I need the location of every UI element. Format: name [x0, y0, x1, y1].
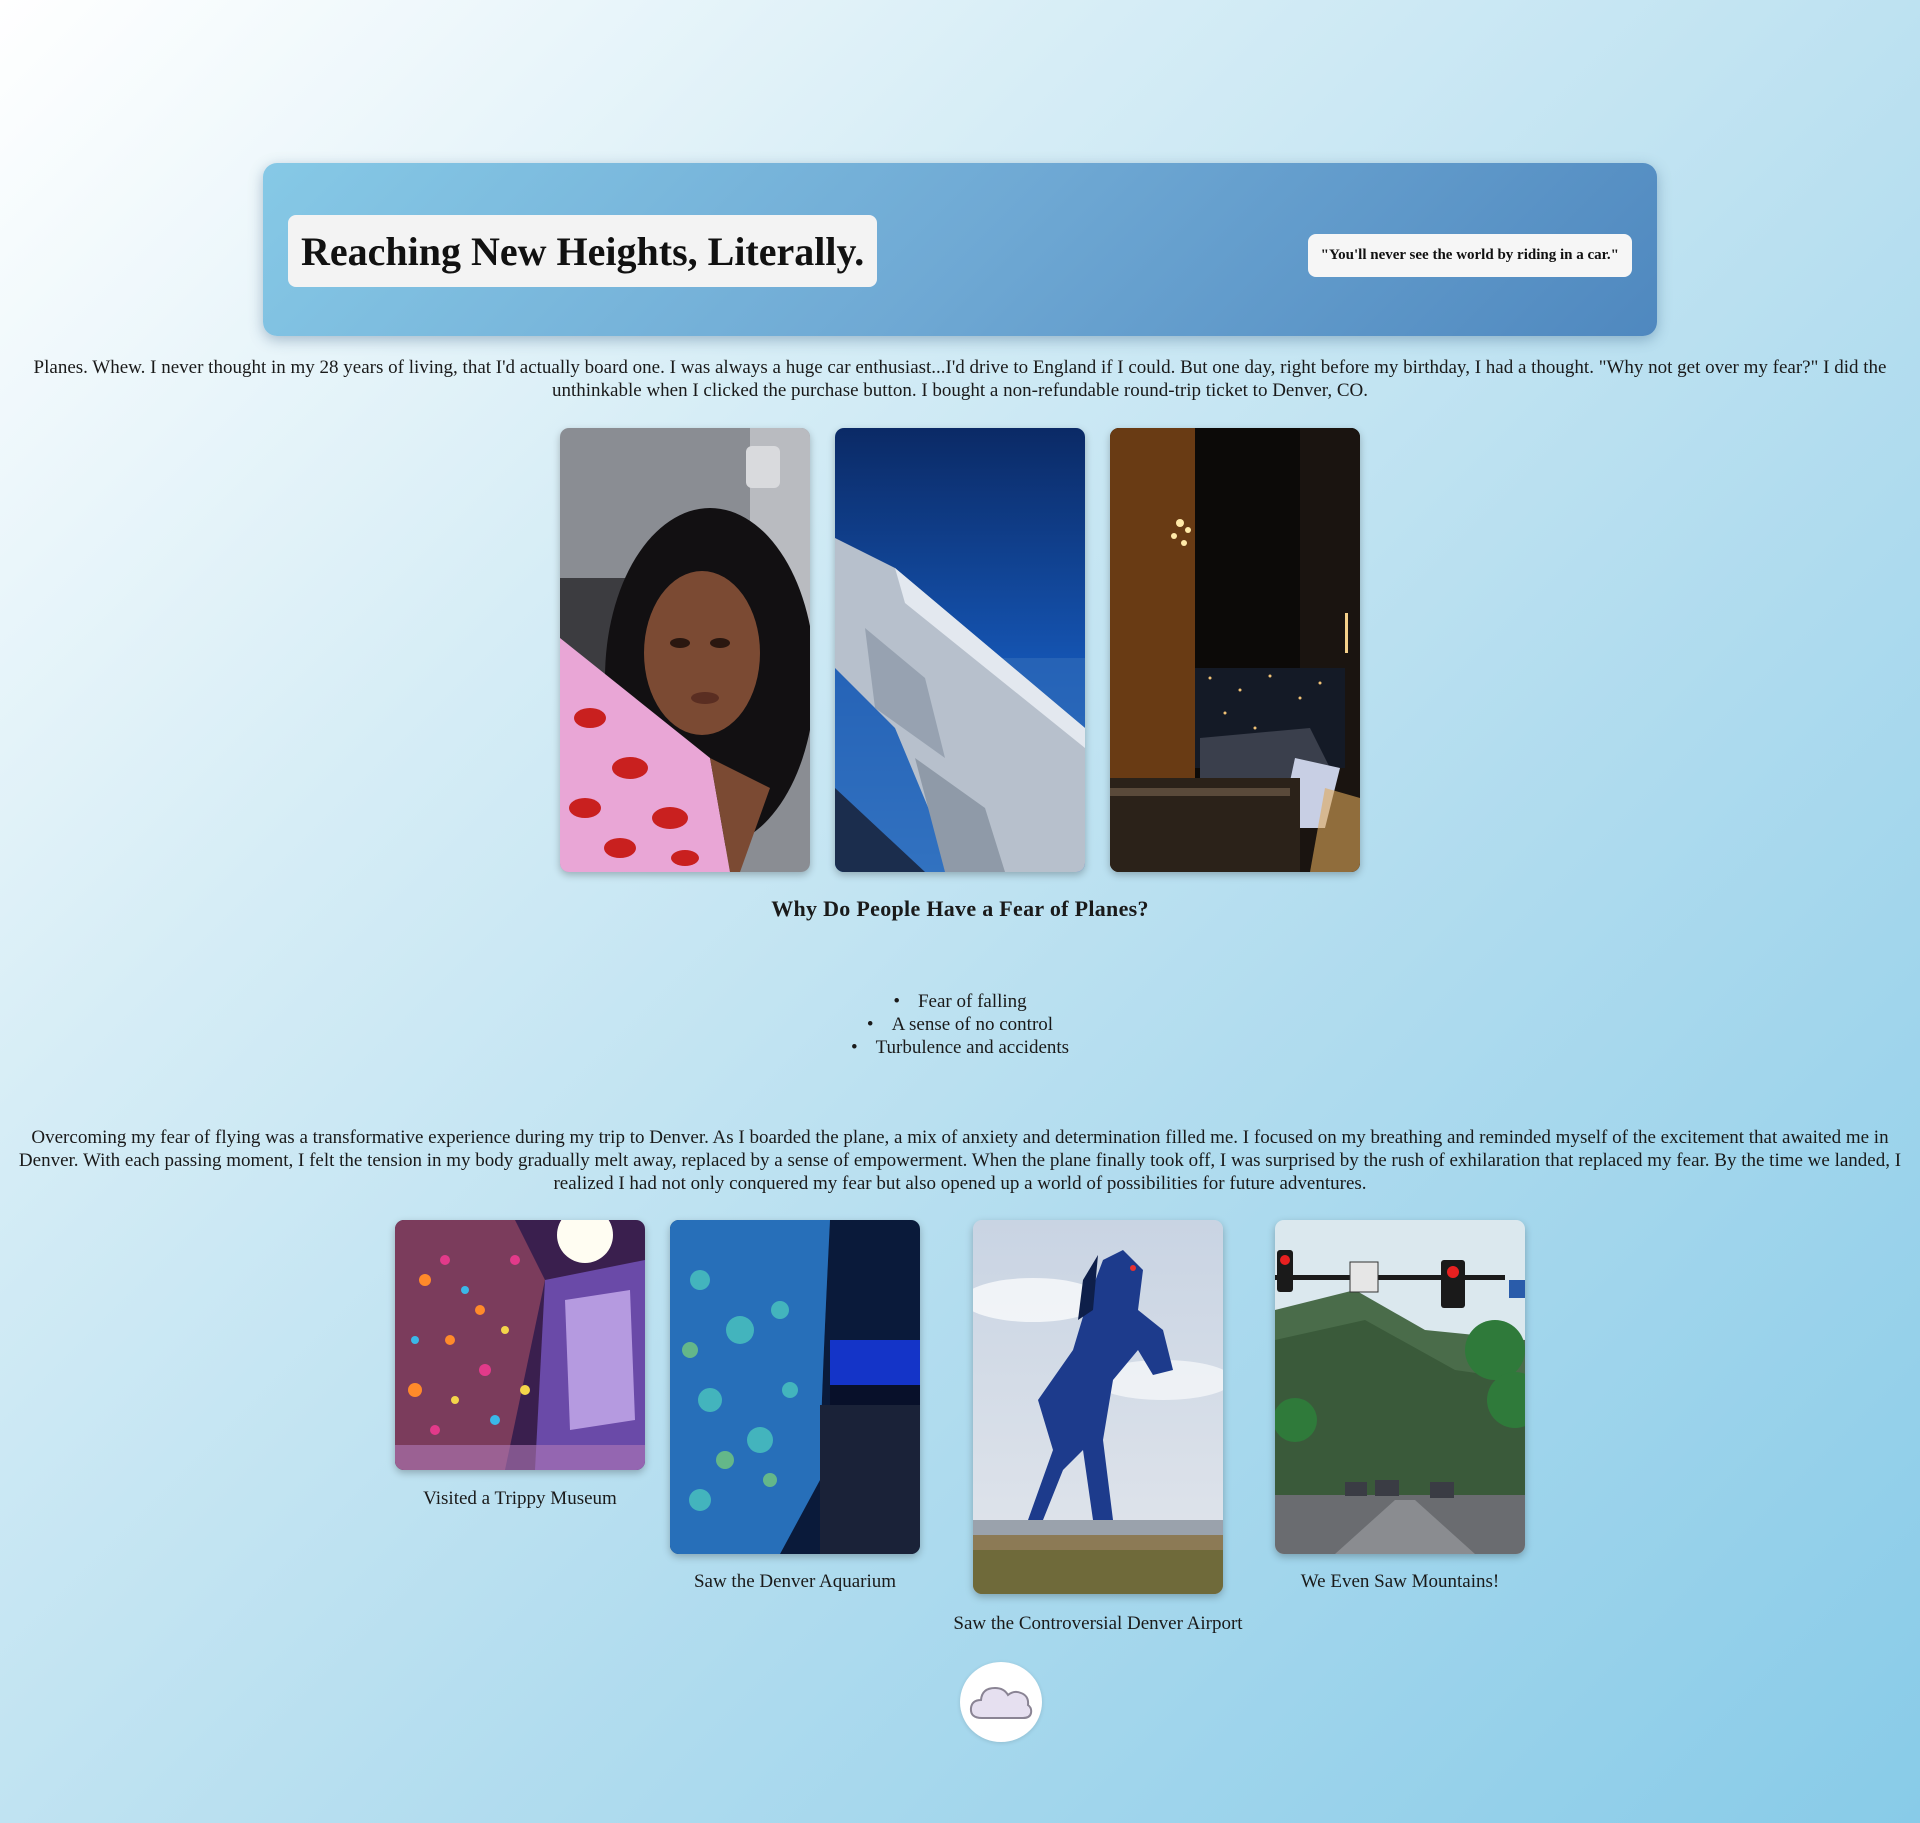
list-item: Fear of falling	[0, 990, 1920, 1013]
header-banner: Reaching New Heights, Literally. "You'll…	[263, 163, 1657, 336]
fears-heading: Why Do People Have a Fear of Planes?	[771, 896, 1149, 921]
aquarium-photo	[670, 1220, 920, 1554]
city-night-photo	[1110, 428, 1360, 872]
mountains-photo	[1275, 1220, 1525, 1554]
list-item: A sense of no control	[0, 1013, 1920, 1036]
fears-list: Fear of falling A sense of no control Tu…	[0, 990, 1920, 1059]
page-title: Reaching New Heights, Literally.	[288, 215, 878, 287]
selfie-photo	[560, 428, 810, 872]
intro-paragraph: Planes. Whew. I never thought in my 28 y…	[33, 357, 1887, 401]
caption-museum: Visited a Trippy Museum	[423, 1488, 617, 1509]
airplane-wing-photo	[835, 428, 1085, 872]
caption-aquarium: Saw the Denver Aquarium	[693, 1571, 897, 1592]
airport-horse-photo	[973, 1220, 1223, 1594]
header-quote: "You'll never see the world by riding in…	[1307, 234, 1632, 277]
list-item: Turbulence and accidents	[0, 1036, 1920, 1059]
story-paragraph: Overcoming my fear of flying was a trans…	[18, 1127, 1902, 1194]
museum-photo	[395, 1220, 645, 1470]
cloud-icon	[968, 1678, 1034, 1727]
caption-airport: Saw the Controversial Denver Airport	[953, 1613, 1243, 1634]
caption-mountains: We Even Saw Mountains!	[1300, 1571, 1500, 1592]
cloud-button[interactable]	[960, 1662, 1042, 1742]
